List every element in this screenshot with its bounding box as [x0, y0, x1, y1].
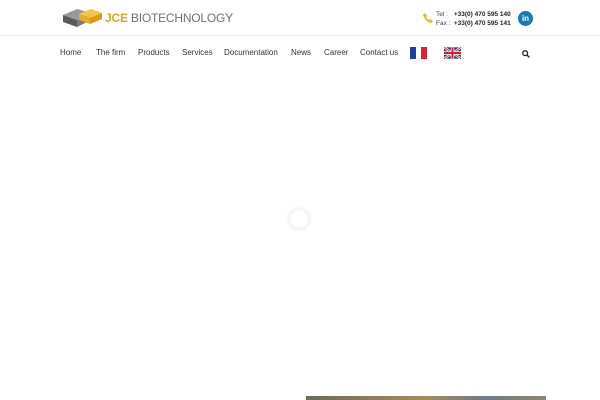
phone-icon	[423, 13, 433, 23]
nav-services[interactable]: Services	[182, 48, 213, 58]
nav-documentation[interactable]: Documentation	[224, 48, 278, 58]
top-bar: JCE BIOTECHNOLOGY Tel : +33(0) 470 595 1…	[0, 0, 600, 36]
logo-text: JCE BIOTECHNOLOGY	[105, 10, 233, 26]
search-icon[interactable]	[522, 50, 530, 58]
nav-home[interactable]: Home	[60, 48, 81, 58]
contact-info: Tel : +33(0) 470 595 140 Fax : +33(0) 47…	[422, 9, 512, 31]
nav-contact-us[interactable]: Contact us	[360, 48, 398, 58]
fax-row: Fax : +33(0) 470 595 141	[436, 19, 511, 28]
linkedin-icon[interactable]: in	[518, 11, 533, 26]
logo-name: BIOTECHNOLOGY	[130, 11, 233, 25]
fax-number: +33(0) 470 595 141	[453, 20, 511, 27]
hero-image-strip	[306, 396, 546, 400]
fax-label: Fax :	[436, 20, 451, 27]
tel-number[interactable]: +33(0) 470 595 140	[454, 11, 511, 18]
uk-flag-icon[interactable]	[444, 47, 461, 59]
fr-flag-icon[interactable]	[410, 47, 427, 59]
main-nav: Home The firm Products Services Document…	[0, 36, 600, 72]
tel-label: Tel :	[436, 11, 448, 18]
nav-products[interactable]: Products	[138, 48, 170, 58]
nav-the-firm[interactable]: The firm	[96, 48, 125, 58]
nav-career[interactable]: Career	[324, 48, 348, 58]
tel-row: Tel : +33(0) 470 595 140	[436, 10, 511, 19]
site-logo[interactable]: JCE BIOTECHNOLOGY	[61, 7, 236, 29]
logo-mark-icon	[63, 9, 102, 27]
logo-brand: JCE	[105, 11, 128, 25]
loading-spinner	[289, 209, 309, 229]
nav-news[interactable]: News	[291, 48, 311, 58]
